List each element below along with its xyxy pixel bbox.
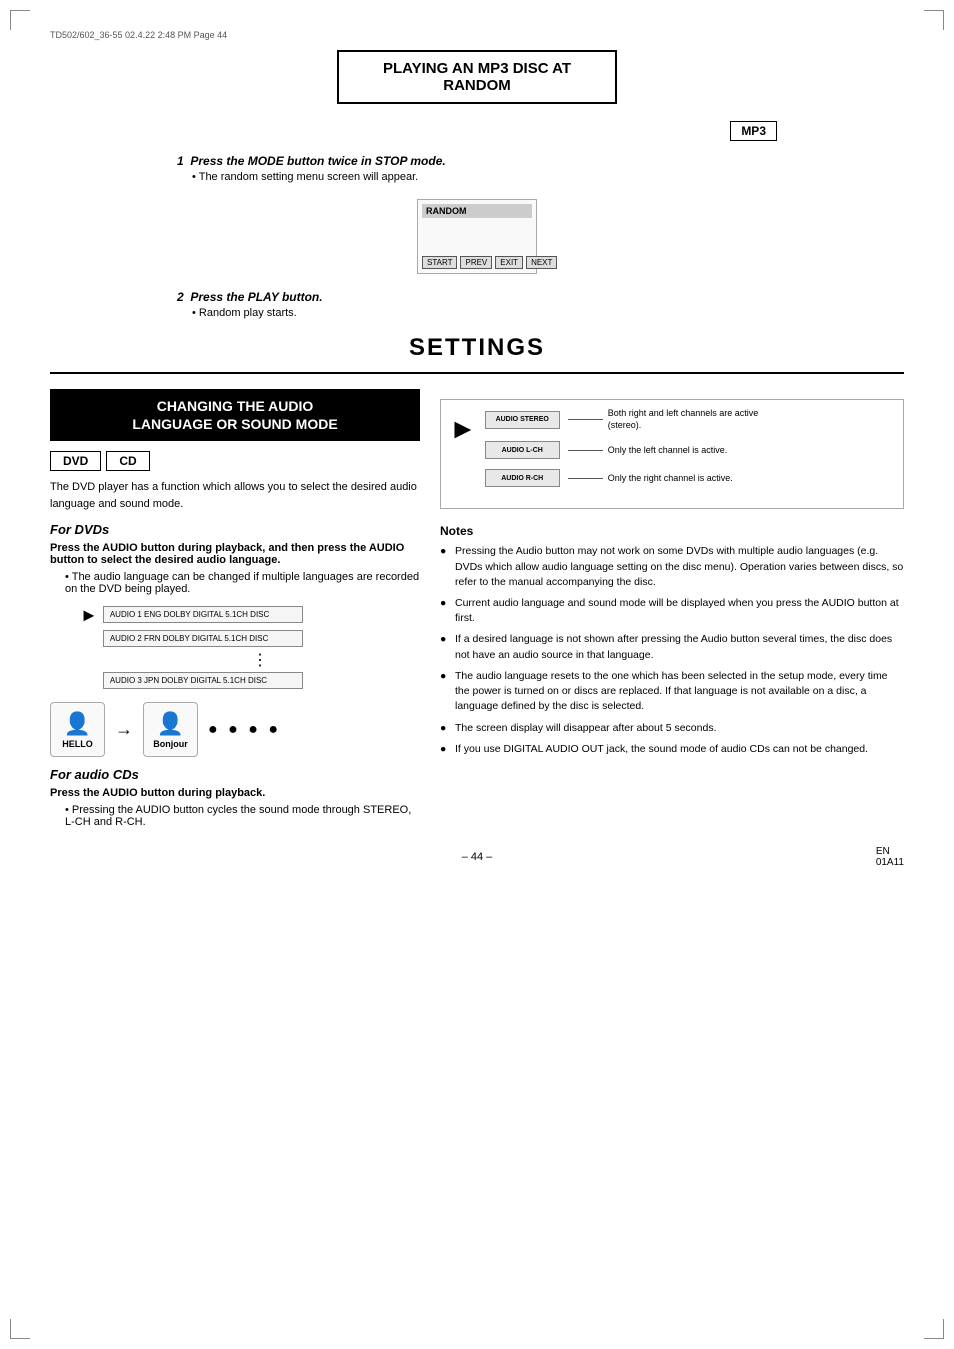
step2-num: 2 Press the PLAY button. bbox=[177, 290, 777, 304]
mode-label-stereo: AUDIO STEREO bbox=[485, 411, 560, 429]
mp3-title: PLAYING AN MP3 DISC AT RANDOM bbox=[354, 60, 600, 94]
note-bullet-6: ● bbox=[440, 742, 450, 757]
random-menu-buttons: START PREV EXIT NEXT bbox=[422, 256, 532, 269]
mode-annotation-lch: Only the left channel is active. bbox=[568, 445, 728, 457]
page: TD502/602_36-55 02.4.22 2:48 PM Page 44 … bbox=[0, 0, 954, 1349]
step2-bullet: Random play starts. bbox=[192, 307, 777, 319]
mode-annotation-rch: Only the right channel is active. bbox=[568, 473, 733, 485]
for-audio-cds-instruction: Press the AUDIO button during playback. bbox=[50, 787, 420, 799]
annot-line-rch bbox=[568, 478, 603, 479]
page-number: – 44 – bbox=[462, 851, 493, 863]
mp3-section-title-box: PLAYING AN MP3 DISC AT RANDOM bbox=[337, 50, 617, 104]
note-text-6: If you use DIGITAL AUDIO OUT jack, the s… bbox=[455, 742, 868, 757]
mode-label-rch: AUDIO R-CH bbox=[485, 469, 560, 487]
dvd-menu-dots: ⋮ bbox=[100, 653, 420, 669]
mode-entry-rch: AUDIO R-CH Only the right channel is act… bbox=[485, 469, 895, 487]
note-bullet-3: ● bbox=[440, 632, 450, 662]
note-item-5: ● The screen display will disappear afte… bbox=[440, 721, 904, 736]
dvd-menus-illustration: ► AUDIO 1 ENG DOLBY DIGITAL 5.1CH DISC ►… bbox=[80, 605, 420, 692]
lang-change-illustration: 👤 HELLO → 👤 Bonjour ● ● ● ● bbox=[50, 702, 420, 757]
person-to: 👤 Bonjour bbox=[143, 702, 198, 757]
settings-body: CHANGING THE AUDIO LANGUAGE OR SOUND MOD… bbox=[50, 389, 904, 831]
mode-rows: AUDIO STEREO Both right and left channel… bbox=[485, 408, 895, 495]
mode-label-lch: AUDIO L-CH bbox=[485, 441, 560, 459]
settings-divider bbox=[50, 372, 904, 374]
random-menu-title: RANDOM bbox=[422, 204, 532, 218]
random-menu-content bbox=[422, 222, 532, 252]
person-from-icon: 👤 bbox=[64, 711, 91, 737]
note-text-5: The screen display will disappear after … bbox=[455, 721, 716, 736]
for-audio-cds-section: For audio CDs Press the AUDIO button dur… bbox=[50, 767, 420, 828]
random-btn-start: START bbox=[422, 256, 457, 269]
person-to-icon: 👤 bbox=[157, 711, 184, 737]
right-column: ► AUDIO STEREO Both right and left chann… bbox=[440, 389, 904, 831]
annot-text-rch: Only the right channel is active. bbox=[608, 473, 733, 485]
for-dvds-bullet: The audio language can be changed if mul… bbox=[65, 571, 420, 595]
format-badges: DVD CD bbox=[50, 451, 420, 471]
page-meta: TD502/602_36-55 02.4.22 2:48 PM Page 44 bbox=[50, 30, 904, 40]
note-item-3: ● If a desired language is not shown aft… bbox=[440, 632, 904, 662]
note-bullet-1: ● bbox=[440, 544, 450, 590]
random-btn-prev: PREV bbox=[460, 256, 492, 269]
random-btn-next: NEXT bbox=[526, 256, 557, 269]
left-column: CHANGING THE AUDIO LANGUAGE OR SOUND MOD… bbox=[50, 389, 420, 831]
note-bullet-4: ● bbox=[440, 669, 450, 715]
annot-text-stereo: Both right and left channels are active … bbox=[608, 408, 768, 431]
page-footer: – 44 – EN 01A11 bbox=[50, 851, 904, 863]
dvd-badge: DVD bbox=[50, 451, 101, 471]
corner-mark-bl bbox=[10, 1319, 30, 1339]
step1-bullet: The random setting menu screen will appe… bbox=[192, 171, 777, 183]
for-dvds-heading: For DVDs bbox=[50, 522, 420, 537]
corner-mark-br bbox=[924, 1319, 944, 1339]
person-to-label: Bonjour bbox=[153, 739, 188, 749]
mode-entry-lch: AUDIO L-CH Only the left channel is acti… bbox=[485, 441, 895, 459]
dvd-menu-item-1: AUDIO 1 ENG DOLBY DIGITAL 5.1CH DISC bbox=[103, 606, 303, 623]
doc-code: 01A11 bbox=[876, 857, 904, 868]
diagram-big-arrow: ► bbox=[449, 413, 477, 445]
corner-mark-tr bbox=[924, 10, 944, 30]
annot-line-stereo bbox=[568, 419, 603, 420]
for-dvds-instruction: Press the AUDIO button during playback, … bbox=[50, 542, 420, 566]
lang-dots: ● ● ● ● bbox=[208, 721, 281, 739]
lang-arrow: → bbox=[115, 719, 133, 740]
dvd-menu-item-2: AUDIO 2 FRN DOLBY DIGITAL 5.1CH DISC bbox=[103, 630, 303, 647]
for-audio-cds-heading: For audio CDs bbox=[50, 767, 420, 782]
cd-badge: CD bbox=[106, 451, 149, 471]
person-from-label: HELLO bbox=[62, 739, 93, 749]
annot-line-lch bbox=[568, 450, 603, 451]
person-from: 👤 HELLO bbox=[50, 702, 105, 757]
random-menu-screen: RANDOM START PREV EXIT NEXT bbox=[417, 199, 537, 274]
mode-annotation-stereo: Both right and left channels are active … bbox=[568, 408, 768, 431]
note-bullet-5: ● bbox=[440, 721, 450, 736]
note-item-6: ● If you use DIGITAL AUDIO OUT jack, the… bbox=[440, 742, 904, 757]
mode-entry-stereo: AUDIO STEREO Both right and left channel… bbox=[485, 408, 895, 431]
audio-title-line1: CHANGING THE AUDIO bbox=[64, 397, 406, 415]
note-text-4: The audio language resets to the one whi… bbox=[455, 669, 904, 715]
for-audio-cds-bullet: Pressing the AUDIO button cycles the sou… bbox=[65, 804, 420, 828]
settings-title: SETTINGS bbox=[50, 334, 904, 362]
notes-section: Notes ● Pressing the Audio button may no… bbox=[440, 524, 904, 757]
audio-title-line2: LANGUAGE OR SOUND MODE bbox=[64, 415, 406, 433]
corner-mark-tl bbox=[10, 10, 30, 30]
note-text-3: If a desired language is not shown after… bbox=[455, 632, 904, 662]
annot-text-lch: Only the left channel is active. bbox=[608, 445, 728, 457]
random-btn-exit: EXIT bbox=[495, 256, 523, 269]
note-item-4: ● The audio language resets to the one w… bbox=[440, 669, 904, 715]
note-text-2: Current audio language and sound mode wi… bbox=[455, 596, 904, 626]
audio-diagram: ► AUDIO STEREO Both right and left chann… bbox=[440, 399, 904, 509]
note-bullet-2: ● bbox=[440, 596, 450, 626]
step1-num: 1 Press the MODE button twice in STOP mo… bbox=[177, 154, 777, 168]
note-text-1: Pressing the Audio button may not work o… bbox=[455, 544, 904, 590]
note-item-1: ● Pressing the Audio button may not work… bbox=[440, 544, 904, 590]
mp3-badge: MP3 bbox=[730, 121, 777, 141]
lang-code: EN bbox=[876, 846, 890, 857]
audio-desc: The DVD player has a function which allo… bbox=[50, 479, 420, 512]
diagram-arrow-container: ► AUDIO STEREO Both right and left chann… bbox=[449, 408, 895, 495]
dvd-menu-item-3: AUDIO 3 JPN DOLBY DIGITAL 5.1CH DISC bbox=[103, 672, 303, 689]
audio-section-title-box: CHANGING THE AUDIO LANGUAGE OR SOUND MOD… bbox=[50, 389, 420, 441]
page-code: EN 01A11 bbox=[876, 846, 904, 868]
notes-title: Notes bbox=[440, 524, 904, 538]
note-item-2: ● Current audio language and sound mode … bbox=[440, 596, 904, 626]
